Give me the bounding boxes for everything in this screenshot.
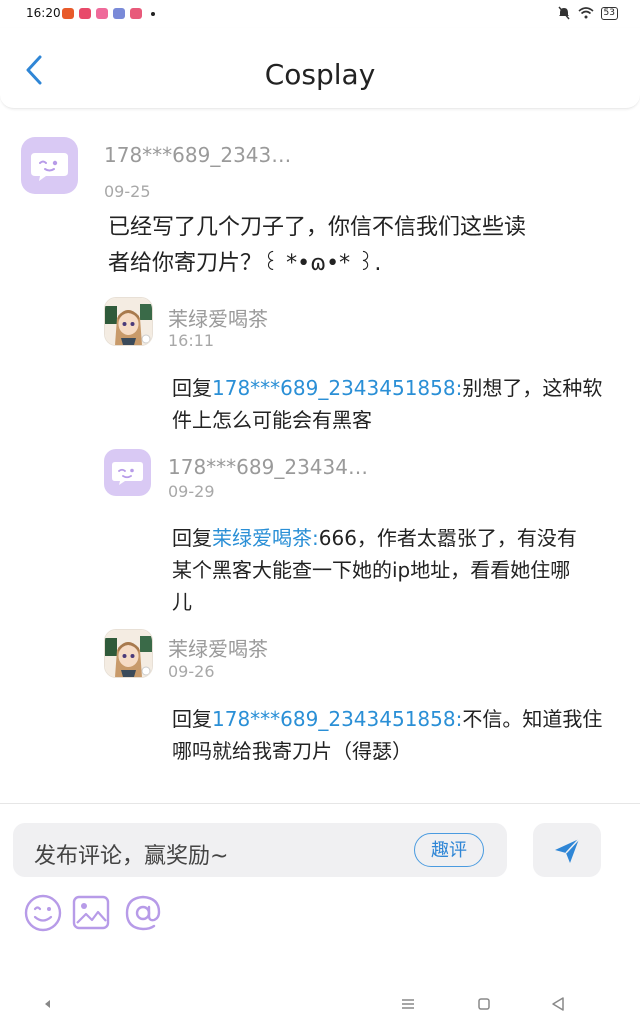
reply-text-line: 件上怎么可能会有黑客 (172, 408, 372, 432)
triangle-back-icon (552, 997, 564, 1011)
mute-icon (558, 6, 570, 20)
reply-text-line: 某个黑客大能查一下她的ip地址，看看她住哪 (172, 558, 571, 582)
bot-avatar-icon (112, 462, 143, 485)
battery-icon: 53 (600, 6, 618, 20)
image-icon (72, 895, 110, 930)
avatar[interactable] (21, 137, 78, 194)
reply-time: 16:11 (168, 331, 215, 350)
system-nav-bar (0, 984, 640, 1024)
avatar[interactable] (104, 449, 151, 496)
triangle-left-icon (45, 1000, 50, 1008)
status-time: 16:20 (26, 6, 61, 20)
nav-back-button[interactable] (548, 994, 568, 1014)
reply-text-line: 哪吗就给我寄刀片（得瑟） (172, 739, 412, 763)
send-icon (555, 838, 580, 863)
notification-icons (62, 8, 155, 19)
reply-time: 09-29 (168, 482, 215, 501)
reply-prefix: 回复 (172, 707, 212, 731)
comment-text-line: 已经写了几个刀子了，你信不信我们这些读 (108, 215, 527, 240)
anime-avatar-icon (105, 298, 152, 345)
bot-avatar-icon (31, 153, 68, 181)
app-notification-icon (62, 8, 74, 19)
anime-avatar-icon (105, 630, 152, 677)
comment-date: 09-25 (104, 182, 151, 201)
page-title: Cosplay (264, 58, 376, 91)
reply-text-line: 不信。知道我住 (462, 707, 603, 731)
status-bar: 16:20 53 (0, 0, 640, 28)
reply-text[interactable]: 回复178***689_2343451858:不信。知道我住 哪吗就给我寄刀片（… (172, 703, 632, 767)
reply-text[interactable]: 回复茉绿爱喝茶:666，作者太嚣张了，有没有 某个黑客大能查一下她的ip地址，看… (172, 522, 632, 618)
more-notifications-dot (151, 11, 155, 16)
avatar[interactable] (104, 629, 153, 678)
reply-text-line: 儿 (172, 590, 192, 614)
image-button[interactable] (71, 893, 111, 933)
comment-input-placeholder: 发布评论，赢奖励~ (34, 844, 229, 869)
wifi-icon (578, 7, 594, 19)
reply-text-line: 别想了，这种软 (462, 376, 603, 400)
app-notification-icon (130, 8, 142, 19)
avatar[interactable] (104, 297, 153, 346)
reply-prefix: 回复 (172, 376, 212, 400)
emoji-icon (24, 894, 62, 932)
reply-username[interactable]: 茉绿爱喝茶 (168, 303, 268, 332)
nav-home-button[interactable] (474, 994, 494, 1014)
send-button[interactable] (533, 823, 601, 877)
app-notification-icon (96, 8, 108, 19)
reply-time: 09-26 (168, 662, 215, 681)
status-right: 53 (557, 6, 618, 20)
mention-button[interactable] (123, 893, 163, 933)
comment-text-line: 者给你寄刀片？꒰ *•ɷ•* ꒱. (108, 251, 382, 276)
app-notification-icon (113, 8, 125, 19)
at-icon (125, 895, 161, 931)
fun-comment-button[interactable]: 趣评 (414, 833, 484, 867)
app-notification-icon (79, 8, 91, 19)
mention-link[interactable]: 178***689_2343451858: (212, 376, 462, 400)
comment-username[interactable]: 178***689_2343… (104, 143, 291, 167)
menu-icon (402, 999, 414, 1009)
comment-text[interactable]: 已经写了几个刀子了，你信不信我们这些读 者给你寄刀片？꒰ *•ɷ•* ꒱. (108, 210, 608, 282)
reply-prefix: 回复 (172, 526, 212, 550)
top-bar: Cosplay (0, 28, 640, 109)
emoji-button[interactable] (23, 893, 63, 933)
reply-username[interactable]: 茉绿爱喝茶 (168, 633, 268, 662)
nav-menu-button[interactable] (398, 994, 418, 1014)
mention-link[interactable]: 178***689_2343451858: (212, 707, 462, 731)
nav-back-small-button[interactable] (38, 994, 58, 1014)
reply-username[interactable]: 178***689_23434… (168, 455, 368, 479)
reply-text[interactable]: 回复178***689_2343451858:别想了，这种软 件上怎么可能会有黑… (172, 372, 632, 436)
mention-link[interactable]: 茉绿爱喝茶: (212, 526, 319, 550)
reply-text-line: 666，作者太嚣张了，有没有 (318, 526, 577, 550)
square-icon (478, 998, 490, 1010)
